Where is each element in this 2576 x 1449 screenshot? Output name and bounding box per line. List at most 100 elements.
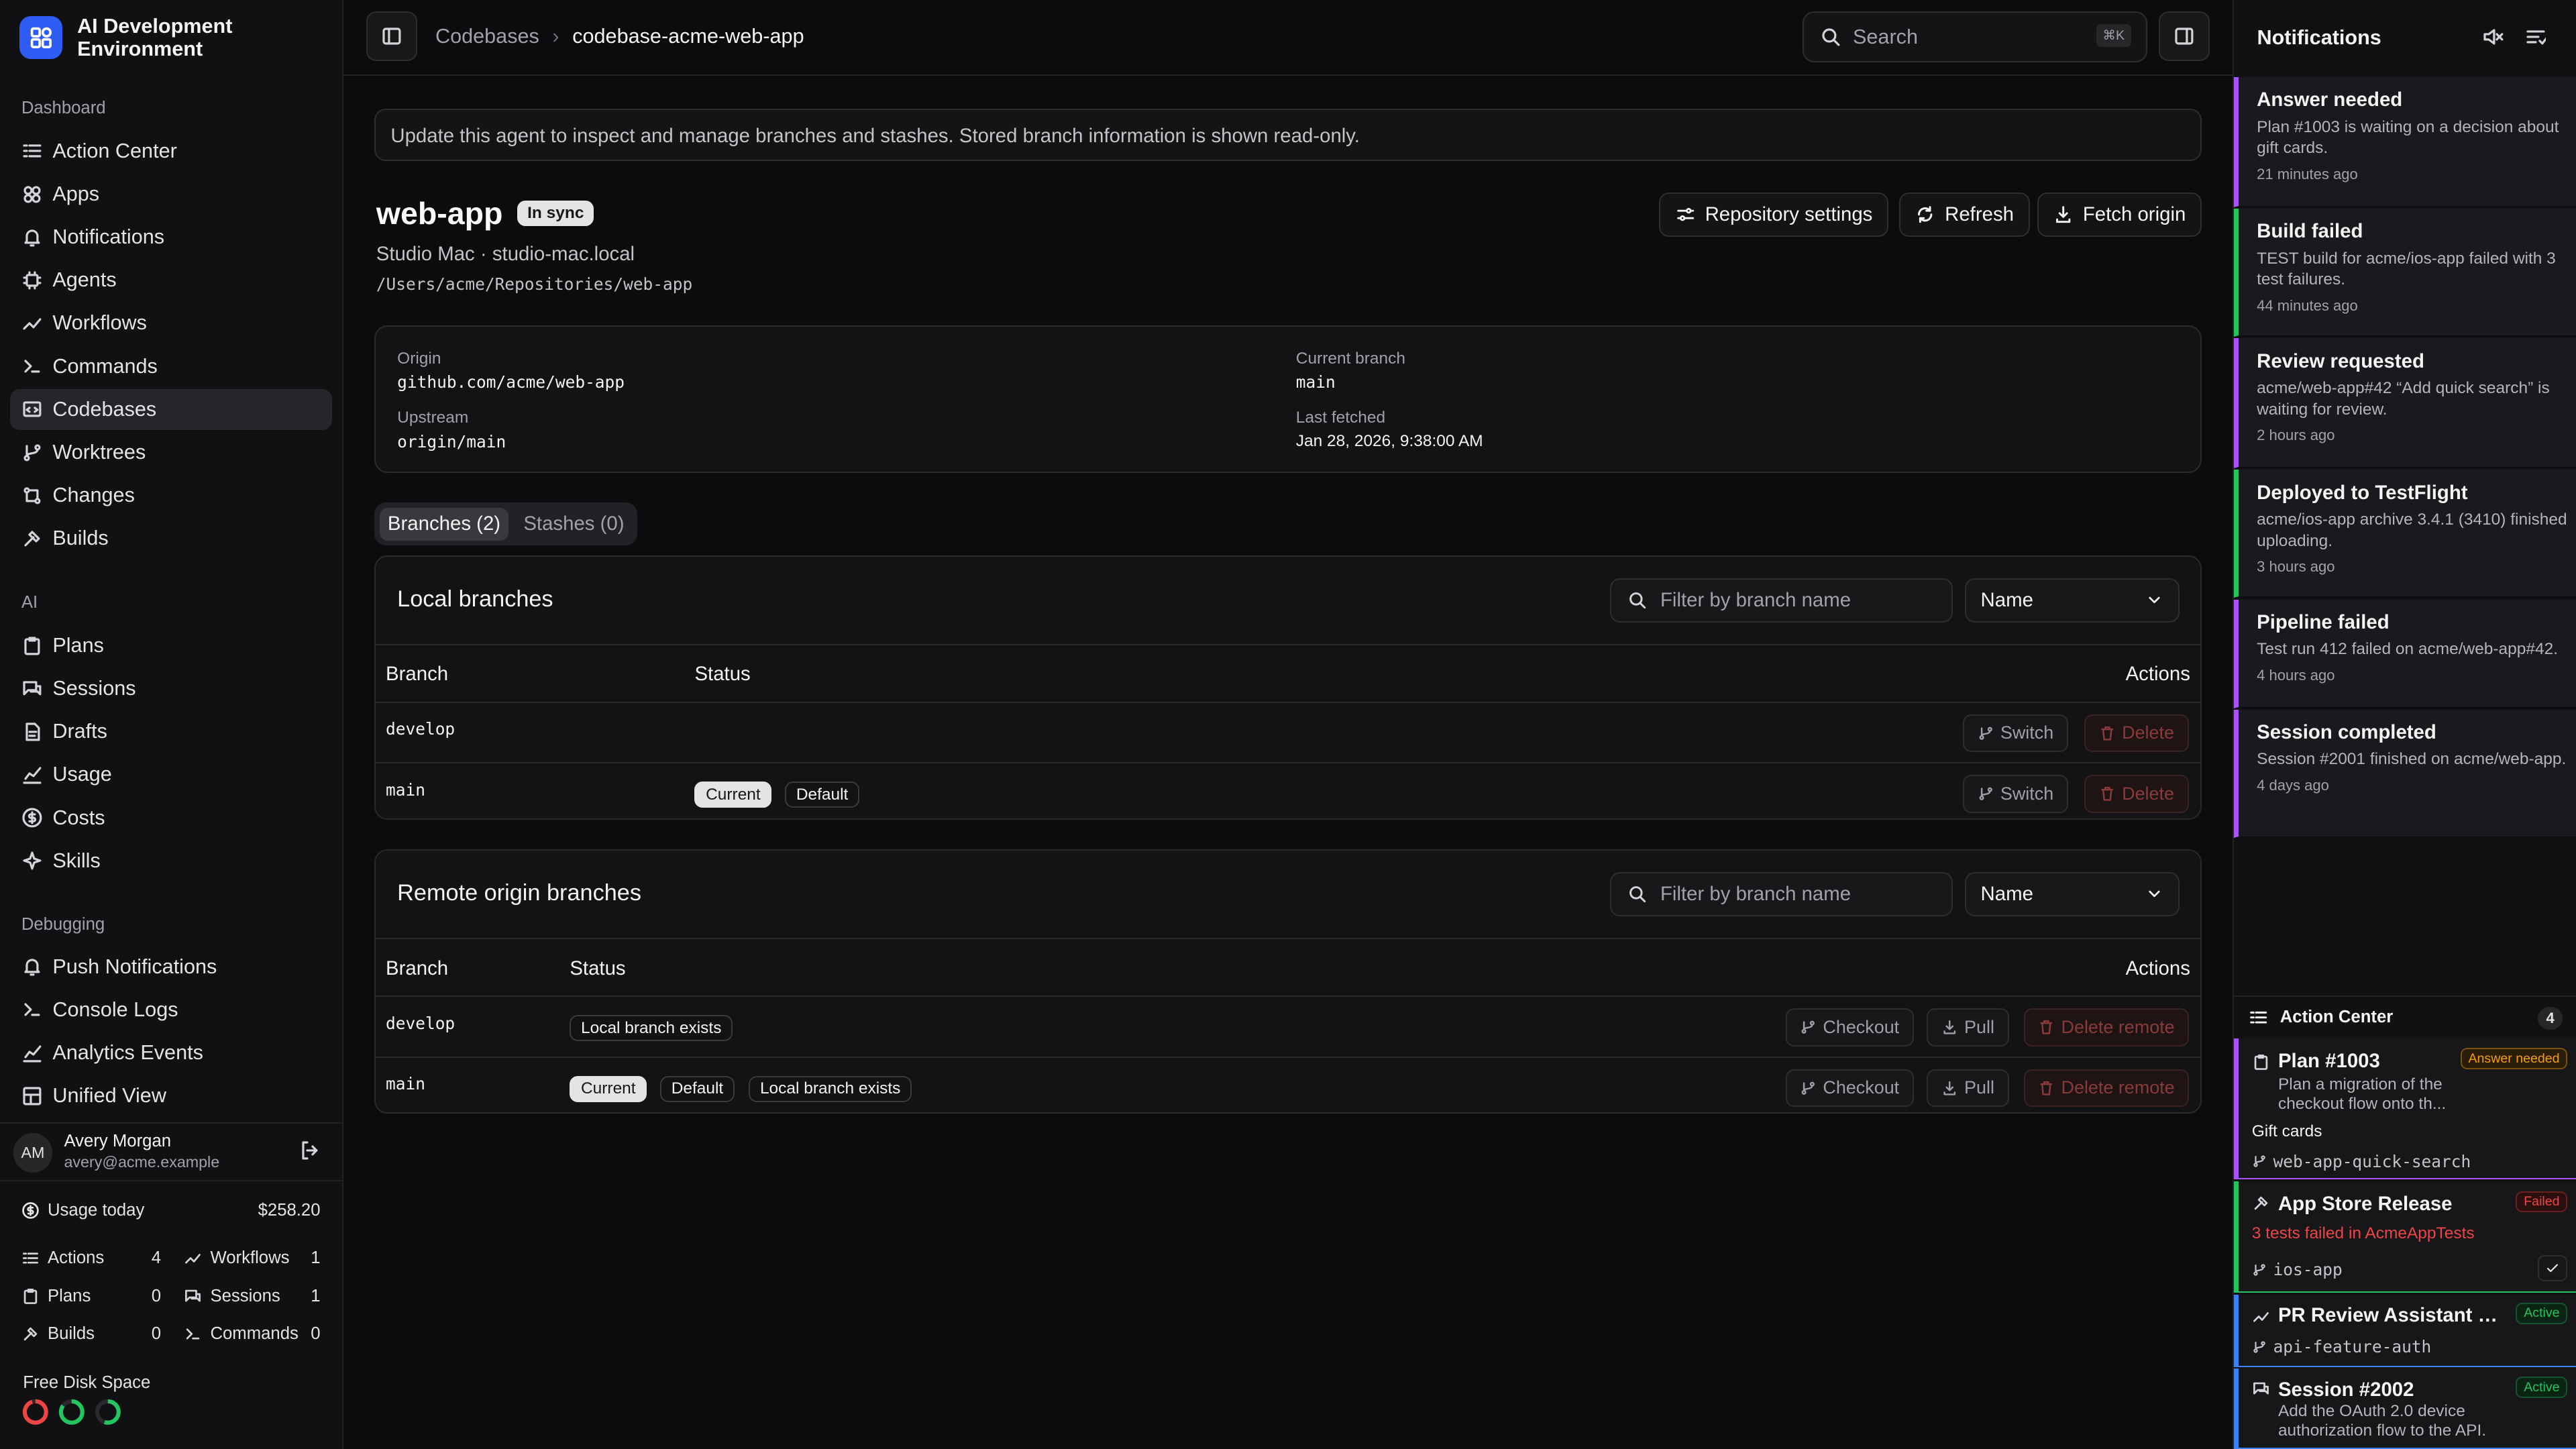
branch-ref: ios-app xyxy=(2252,1260,2343,1279)
sidebar-item-worktrees[interactable]: Worktrees xyxy=(10,432,332,473)
brand[interactable]: AI Development Environment xyxy=(19,15,290,61)
stat-sessions: Sessions 1 xyxy=(184,1287,321,1306)
sidebar-item-usage[interactable]: Usage xyxy=(10,754,332,795)
settings-icon xyxy=(1676,207,1694,221)
action-card-release[interactable]: App Store Release Failed 3 tests failed … xyxy=(2234,1181,2576,1293)
mark-read-icon[interactable] xyxy=(2525,26,2546,48)
panel-title: Local branches xyxy=(397,586,553,612)
sidebar-item-label: Worktrees xyxy=(52,440,146,464)
sidebar-item-changes[interactable]: Changes xyxy=(10,475,332,516)
sidebar-item-plans[interactable]: Plans xyxy=(10,625,332,666)
notification-card[interactable]: Build failed TEST build for acme/ios-app … xyxy=(2234,209,2576,337)
action-count: 4 xyxy=(2538,1006,2563,1030)
branch-filter-input[interactable]: Filter by branch name xyxy=(1609,578,1953,623)
switch-button[interactable]: Switch xyxy=(1963,714,2068,753)
notification-card[interactable]: Review requested acme/web-app#42 “Add qui… xyxy=(2234,338,2576,468)
breadcrumb-codebases[interactable]: Codebases xyxy=(435,25,539,48)
sidebar-item-label: Notifications xyxy=(52,225,165,249)
local-branches-panel: Local branches Filter by branch name Nam… xyxy=(374,555,2202,820)
delete-remote-button[interactable]: Delete remote xyxy=(2023,1069,2190,1108)
delete-button[interactable]: Delete xyxy=(2084,775,2189,813)
sidebar-item-costs[interactable]: Costs xyxy=(10,797,332,838)
sidebar-item-unified-view[interactable]: Unified View xyxy=(10,1075,332,1116)
sidebar-item-action-center[interactable]: Action Center xyxy=(10,131,332,172)
delete-button[interactable]: Delete xyxy=(2084,714,2189,753)
notification-card[interactable]: Deployed to TestFlight acme/ios-app archi… xyxy=(2234,470,2576,598)
logout-icon[interactable] xyxy=(299,1140,321,1161)
delete-remote-button[interactable]: Delete remote xyxy=(2023,1008,2190,1046)
checkout-button[interactable]: Checkout xyxy=(1785,1069,1914,1108)
origin-value: github.com/acme/web-app xyxy=(397,372,625,392)
table-row: main Current Default Switch Delete xyxy=(376,763,2200,824)
sidebar-item-commands[interactable]: Commands xyxy=(10,346,332,387)
sidebar-item-label: Costs xyxy=(52,806,105,829)
sidebar-item-codebases[interactable]: Codebases xyxy=(9,388,332,430)
usage-value: $258.20 xyxy=(258,1201,321,1220)
sidebar-item-label: Apps xyxy=(52,182,100,205)
disk-ring xyxy=(58,1398,86,1426)
sort-select[interactable]: Name xyxy=(1964,871,2180,917)
search-placeholder: Search xyxy=(1852,25,1918,48)
chevron-down-icon xyxy=(2149,596,2160,603)
chart-icon xyxy=(23,1045,42,1063)
tab-branches[interactable]: Branches (2) xyxy=(379,507,509,541)
sidebar-item-skills[interactable]: Skills xyxy=(10,841,332,881)
git-branch-icon xyxy=(1801,1020,1815,1034)
table-row: develop Local branch exists Checkout Pul… xyxy=(376,997,2200,1058)
git-branch-icon xyxy=(23,443,41,461)
sidebar-item-apps[interactable]: Apps xyxy=(10,174,332,215)
notifications-panel: Notifications Answer needed Plan #1003 is… xyxy=(2233,0,2576,1449)
toggle-notifications-button[interactable] xyxy=(2158,11,2210,61)
sidebar-item-console-logs[interactable]: Console Logs xyxy=(10,989,332,1030)
check-icon[interactable] xyxy=(2538,1255,2568,1282)
sidebar-item-label: Skills xyxy=(52,849,101,872)
current-badge: Current xyxy=(694,782,772,808)
action-card-plan[interactable]: Plan #1003 Answer needed Plan a migratio… xyxy=(2234,1038,2576,1180)
fetch-origin-button[interactable]: Fetch origin xyxy=(2037,192,2202,237)
remote-branches-panel: Remote origin branches Filter by branch … xyxy=(374,849,2202,1114)
sidebar-item-builds[interactable]: Builds xyxy=(10,518,332,559)
sidebar-item-label: Workflows xyxy=(52,311,147,335)
mute-icon[interactable] xyxy=(2482,26,2504,48)
sidebar-item-label: Plans xyxy=(52,633,104,657)
sidebar-item-label: Builds xyxy=(52,527,109,550)
switch-button[interactable]: Switch xyxy=(1963,775,2068,813)
pull-button[interactable]: Pull xyxy=(1927,1008,2009,1046)
toggle-sidebar-button[interactable] xyxy=(366,11,418,61)
notification-card[interactable]: Session completed Session #2001 finished … xyxy=(2234,709,2576,838)
cpu-icon xyxy=(23,271,42,290)
repository-settings-button[interactable]: Repository settings xyxy=(1659,192,1889,237)
sidebar-item-analytics-events[interactable]: Analytics Events xyxy=(10,1032,332,1073)
user-profile[interactable]: AM Avery Morgan avery@acme.example xyxy=(0,1122,343,1181)
notification-age: 4 days ago xyxy=(2257,777,2329,794)
sidebar-item-push-notifications[interactable]: Push Notifications xyxy=(10,947,332,987)
sidebar-item-drafts[interactable]: Drafts xyxy=(10,711,332,752)
notification-card[interactable]: Answer needed Plan #1003 is waiting on a … xyxy=(2234,77,2576,207)
refresh-icon xyxy=(1918,206,1933,223)
action-card-session[interactable]: Session #2002 Active Add the OAuth 2.0 d… xyxy=(2234,1368,2576,1449)
current-branch-value: main xyxy=(1295,372,1336,392)
refresh-button[interactable]: Refresh xyxy=(1899,192,2030,237)
repo-host: Studio Mac · studio-mac.local xyxy=(376,243,635,266)
tab-stashes[interactable]: Stashes (0) xyxy=(515,508,633,541)
sidebar-item-agents[interactable]: Agents xyxy=(10,260,332,301)
terminal-icon xyxy=(186,1328,200,1340)
sort-select[interactable]: Name xyxy=(1964,578,2180,623)
branch-name: main xyxy=(386,780,425,800)
download-icon xyxy=(2055,206,2071,223)
sidebar-item-notifications[interactable]: Notifications xyxy=(10,217,332,258)
sidebar-item-workflows[interactable]: Workflows xyxy=(10,303,332,343)
pull-button[interactable]: Pull xyxy=(1927,1069,2009,1108)
search-input[interactable]: Search ⌘K xyxy=(1802,11,2147,63)
stat-plans: Plans 0 xyxy=(21,1287,161,1306)
notification-title: Review requested xyxy=(2257,350,2424,372)
messages-icon xyxy=(23,681,42,696)
notification-card[interactable]: Pipeline failed Test run 412 failed on ac… xyxy=(2234,599,2576,708)
sidebar-item-sessions[interactable]: Sessions xyxy=(10,668,332,709)
trash-icon xyxy=(2040,1081,2053,1095)
action-card-pr-review[interactable]: PR Review Assistant #4... Active api-fea… xyxy=(2234,1294,2576,1367)
sidebar-item-label: Codebases xyxy=(52,397,157,421)
stat-builds: Builds 0 xyxy=(21,1324,161,1344)
checkout-button[interactable]: Checkout xyxy=(1785,1008,1914,1046)
branch-filter-input[interactable]: Filter by branch name xyxy=(1609,871,1953,917)
